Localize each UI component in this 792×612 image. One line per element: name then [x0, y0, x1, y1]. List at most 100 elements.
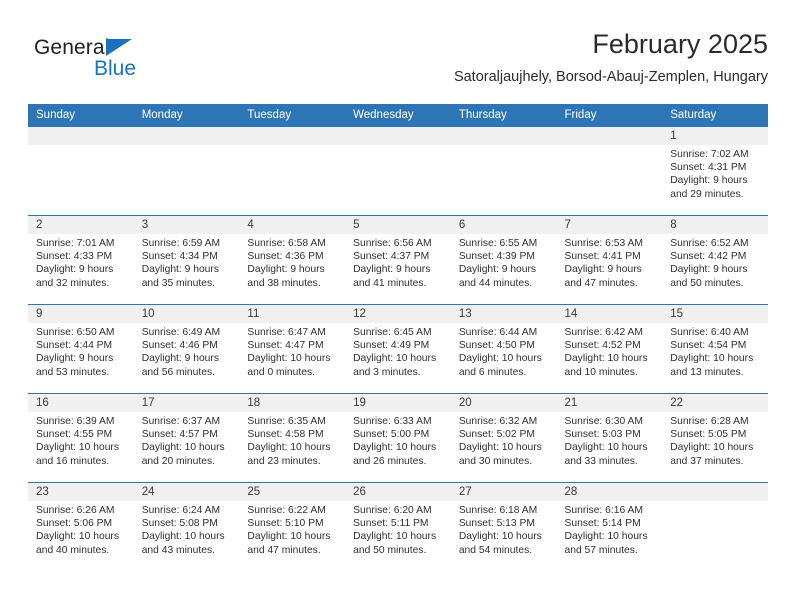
- day-number[interactable]: 26: [345, 483, 451, 501]
- day-number[interactable]: 23: [28, 483, 134, 501]
- calendar-week-row: 1 Sunrise: 7:02 AM Sunset: 4:31 PM Dayli…: [28, 126, 768, 215]
- day-number[interactable]: 9: [28, 305, 134, 323]
- day-detail-strip: Sunrise: 6:26 AM Sunset: 5:06 PM Dayligh…: [28, 501, 768, 571]
- day-number[interactable]: 16: [28, 394, 134, 412]
- day-cell[interactable]: Sunrise: 6:22 AM Sunset: 5:10 PM Dayligh…: [239, 501, 345, 571]
- day-number-strip: 9 10 11 12 13 14 15: [28, 305, 768, 323]
- day-number[interactable]: 28: [557, 483, 663, 501]
- day-cell[interactable]: Sunrise: 6:39 AM Sunset: 4:55 PM Dayligh…: [28, 412, 134, 482]
- day-cell[interactable]: Sunrise: 6:26 AM Sunset: 5:06 PM Dayligh…: [28, 501, 134, 571]
- day-cell[interactable]: Sunrise: 6:33 AM Sunset: 5:00 PM Dayligh…: [345, 412, 451, 482]
- day-number[interactable]: 6: [451, 216, 557, 234]
- day-cell[interactable]: Sunrise: 6:53 AM Sunset: 4:41 PM Dayligh…: [557, 234, 663, 304]
- day-cell[interactable]: [345, 145, 451, 215]
- day-cell[interactable]: Sunrise: 6:24 AM Sunset: 5:08 PM Dayligh…: [134, 501, 240, 571]
- daylight-text-line2: and 6 minutes.: [458, 366, 527, 378]
- weekday-header-saturday: Saturday: [670, 109, 717, 121]
- daylight-text-line2: and 37 minutes.: [670, 455, 744, 467]
- day-number[interactable]: 4: [239, 216, 345, 234]
- day-cell[interactable]: Sunrise: 7:02 AM Sunset: 4:31 PM Dayligh…: [662, 145, 768, 215]
- sunrise-text: Sunrise: 6:42 AM: [564, 327, 643, 338]
- day-number[interactable]: [662, 483, 768, 501]
- day-number[interactable]: 5: [345, 216, 451, 234]
- day-cell[interactable]: [451, 145, 557, 215]
- day-cell[interactable]: Sunrise: 6:44 AM Sunset: 4:50 PM Dayligh…: [451, 323, 557, 393]
- day-number[interactable]: [28, 127, 134, 145]
- sunrise-text: Sunrise: 6:30 AM: [564, 416, 643, 427]
- day-number[interactable]: 7: [557, 216, 663, 234]
- day-cell[interactable]: Sunrise: 6:16 AM Sunset: 5:14 PM Dayligh…: [557, 501, 663, 571]
- daylight-text-line1: Daylight: 10 hours: [247, 531, 331, 543]
- day-cell[interactable]: [134, 145, 240, 215]
- daylight-text-line2: and 50 minutes.: [670, 277, 744, 289]
- triangle-icon: [106, 39, 132, 56]
- day-cell[interactable]: Sunrise: 6:20 AM Sunset: 5:11 PM Dayligh…: [345, 501, 451, 571]
- day-number[interactable]: 10: [134, 305, 240, 323]
- day-number[interactable]: 27: [451, 483, 557, 501]
- daylight-text-line1: Daylight: 10 hours: [670, 442, 754, 454]
- day-number[interactable]: 25: [239, 483, 345, 501]
- page-header: General Blue February 2025 Satoraljaujhe…: [28, 28, 768, 100]
- day-number[interactable]: 12: [345, 305, 451, 323]
- daylight-text-line1: Daylight: 10 hours: [353, 531, 437, 543]
- day-number[interactable]: 24: [134, 483, 240, 501]
- day-cell[interactable]: Sunrise: 6:49 AM Sunset: 4:46 PM Dayligh…: [134, 323, 240, 393]
- day-number[interactable]: 17: [134, 394, 240, 412]
- day-cell[interactable]: Sunrise: 6:45 AM Sunset: 4:49 PM Dayligh…: [345, 323, 451, 393]
- day-cell[interactable]: Sunrise: 6:58 AM Sunset: 4:36 PM Dayligh…: [239, 234, 345, 304]
- weekday-header-monday: Monday: [141, 109, 183, 121]
- sunset-text: Sunset: 5:08 PM: [141, 518, 218, 530]
- sunset-text: Sunset: 5:00 PM: [353, 429, 430, 441]
- sunrise-text: Sunrise: 6:18 AM: [458, 505, 538, 516]
- day-cell[interactable]: [662, 501, 768, 571]
- daylight-text-line2: and 26 minutes.: [353, 455, 427, 467]
- day-cell[interactable]: Sunrise: 6:55 AM Sunset: 4:39 PM Dayligh…: [451, 234, 557, 304]
- day-cell[interactable]: Sunrise: 6:42 AM Sunset: 4:52 PM Dayligh…: [557, 323, 663, 393]
- day-cell[interactable]: Sunrise: 7:01 AM Sunset: 4:33 PM Dayligh…: [28, 234, 134, 304]
- day-cell[interactable]: Sunrise: 6:47 AM Sunset: 4:47 PM Dayligh…: [239, 323, 345, 393]
- day-number[interactable]: 13: [451, 305, 557, 323]
- day-number[interactable]: 8: [662, 216, 768, 234]
- day-number[interactable]: 19: [345, 394, 451, 412]
- sunrise-text: Sunrise: 6:28 AM: [670, 416, 749, 427]
- sunset-text: Sunset: 4:41 PM: [564, 251, 641, 263]
- day-cell[interactable]: Sunrise: 6:18 AM Sunset: 5:13 PM Dayligh…: [451, 501, 557, 571]
- day-cell[interactable]: Sunrise: 6:28 AM Sunset: 5:05 PM Dayligh…: [662, 412, 768, 482]
- day-number[interactable]: 3: [134, 216, 240, 234]
- day-cell[interactable]: Sunrise: 6:40 AM Sunset: 4:54 PM Dayligh…: [662, 323, 768, 393]
- day-number[interactable]: [239, 127, 345, 145]
- daylight-text-line1: Daylight: 10 hours: [458, 353, 542, 365]
- day-number[interactable]: 15: [662, 305, 768, 323]
- day-cell[interactable]: Sunrise: 6:50 AM Sunset: 4:44 PM Dayligh…: [28, 323, 134, 393]
- day-cell[interactable]: [28, 145, 134, 215]
- day-number[interactable]: 21: [557, 394, 663, 412]
- day-number[interactable]: 20: [451, 394, 557, 412]
- day-cell[interactable]: Sunrise: 6:30 AM Sunset: 5:03 PM Dayligh…: [557, 412, 663, 482]
- day-number[interactable]: 22: [662, 394, 768, 412]
- sunset-text: Sunset: 4:34 PM: [141, 251, 218, 263]
- day-number[interactable]: [451, 127, 557, 145]
- daylight-text-line1: Daylight: 9 hours: [353, 264, 431, 276]
- sunrise-text: Sunrise: 6:39 AM: [36, 416, 115, 427]
- sunrise-text: Sunrise: 6:16 AM: [564, 505, 643, 516]
- day-cell[interactable]: Sunrise: 6:59 AM Sunset: 4:34 PM Dayligh…: [134, 234, 240, 304]
- day-cell[interactable]: Sunrise: 6:52 AM Sunset: 4:42 PM Dayligh…: [662, 234, 768, 304]
- day-number[interactable]: [345, 127, 451, 145]
- day-number[interactable]: [557, 127, 663, 145]
- day-cell[interactable]: Sunrise: 6:32 AM Sunset: 5:02 PM Dayligh…: [451, 412, 557, 482]
- daylight-text-line2: and 33 minutes.: [564, 455, 638, 467]
- day-number[interactable]: 14: [557, 305, 663, 323]
- daylight-text-line1: Daylight: 10 hours: [247, 442, 331, 454]
- day-cell[interactable]: Sunrise: 6:56 AM Sunset: 4:37 PM Dayligh…: [345, 234, 451, 304]
- sunrise-text: Sunrise: 6:49 AM: [141, 327, 221, 338]
- daylight-text-line1: Daylight: 10 hours: [458, 442, 542, 454]
- day-number[interactable]: [134, 127, 240, 145]
- day-cell[interactable]: [557, 145, 663, 215]
- day-number[interactable]: 11: [239, 305, 345, 323]
- day-cell[interactable]: [239, 145, 345, 215]
- day-cell[interactable]: Sunrise: 6:37 AM Sunset: 4:57 PM Dayligh…: [134, 412, 240, 482]
- day-number[interactable]: 2: [28, 216, 134, 234]
- day-cell[interactable]: Sunrise: 6:35 AM Sunset: 4:58 PM Dayligh…: [239, 412, 345, 482]
- day-number[interactable]: 18: [239, 394, 345, 412]
- day-number[interactable]: 1: [662, 127, 768, 145]
